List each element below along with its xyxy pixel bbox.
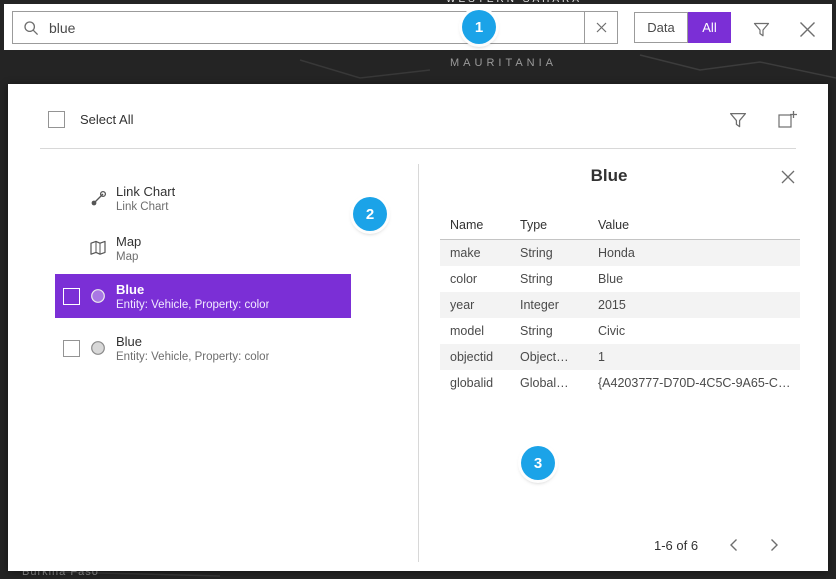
filter-icon bbox=[729, 111, 747, 129]
close-icon bbox=[781, 170, 795, 184]
cell-name: model bbox=[450, 324, 520, 338]
cell-type: Global… bbox=[520, 376, 598, 390]
cell-value: {A4203777-D70D-4C5C-9A65-C… bbox=[598, 376, 800, 390]
table-header-row: Name Type Value bbox=[440, 210, 800, 240]
cell-name: globalid bbox=[450, 376, 520, 390]
search-input[interactable] bbox=[49, 12, 584, 43]
result-subtitle: Map bbox=[116, 251, 141, 263]
entity-node-icon bbox=[83, 340, 113, 356]
result-item-map[interactable]: Map Map bbox=[55, 226, 351, 270]
cell-type: String bbox=[520, 272, 598, 286]
cell-name: year bbox=[450, 298, 520, 312]
result-item-link-chart[interactable]: Link Chart Link Chart bbox=[55, 176, 351, 220]
cell-value: 2015 bbox=[598, 298, 800, 312]
checkbox-slot bbox=[55, 288, 83, 305]
page-prev-button[interactable] bbox=[720, 532, 746, 558]
scope-all-button[interactable]: All bbox=[688, 12, 731, 43]
cell-type: Object… bbox=[520, 350, 598, 364]
result-checkbox[interactable] bbox=[63, 340, 80, 357]
close-icon bbox=[799, 21, 816, 38]
clear-search-button[interactable] bbox=[584, 12, 617, 43]
result-subtitle: Entity: Vehicle, Property: color bbox=[116, 299, 269, 311]
results-filter-button[interactable] bbox=[726, 108, 750, 132]
column-header-type: Type bbox=[520, 218, 598, 232]
column-header-name: Name bbox=[450, 218, 520, 232]
cell-type: String bbox=[520, 324, 598, 338]
search-scope-toggle: Data All bbox=[634, 12, 731, 43]
callout-badge-2: 2 bbox=[353, 197, 387, 231]
scope-data-button[interactable]: Data bbox=[634, 12, 688, 43]
entity-node-icon bbox=[83, 288, 113, 304]
detail-close-button[interactable] bbox=[777, 166, 799, 188]
result-checkbox[interactable] bbox=[63, 288, 80, 305]
map-label-mauritania: MAURITANIA bbox=[450, 57, 557, 69]
search-icon bbox=[13, 20, 49, 36]
result-title: Blue bbox=[116, 334, 269, 349]
result-title: Blue bbox=[116, 282, 269, 297]
chevron-right-icon bbox=[770, 538, 779, 552]
cell-value: Honda bbox=[598, 246, 800, 260]
add-selection-icon bbox=[777, 109, 798, 130]
detail-title: Blue bbox=[418, 166, 800, 186]
callout-badge-1: 1 bbox=[462, 10, 496, 44]
cell-name: make bbox=[450, 246, 520, 260]
callout-badge-3: 3 bbox=[521, 446, 555, 480]
cell-type: String bbox=[520, 246, 598, 260]
header-divider bbox=[40, 148, 796, 149]
pagination-label: 1-6 of 6 bbox=[654, 538, 698, 553]
select-all-control[interactable]: Select All bbox=[48, 111, 133, 128]
result-title: Map bbox=[116, 234, 141, 249]
column-header-value: Value bbox=[598, 218, 800, 232]
search-box bbox=[12, 11, 618, 44]
table-row: color String Blue bbox=[440, 266, 800, 292]
property-table: Name Type Value make String Honda color … bbox=[440, 210, 800, 396]
cell-name: objectid bbox=[450, 350, 520, 364]
checkbox-slot bbox=[55, 340, 83, 357]
page-next-button[interactable] bbox=[761, 532, 787, 558]
table-row: year Integer 2015 bbox=[440, 292, 800, 318]
result-item-blue-selected[interactable]: Blue Entity: Vehicle, Property: color bbox=[55, 274, 351, 318]
cell-value: 1 bbox=[598, 350, 800, 364]
select-all-label: Select All bbox=[80, 112, 133, 127]
cell-value: Blue bbox=[598, 272, 800, 286]
cell-type: Integer bbox=[520, 298, 598, 312]
result-item-blue[interactable]: Blue Entity: Vehicle, Property: color bbox=[55, 326, 351, 370]
table-row: model String Civic bbox=[440, 318, 800, 344]
filter-icon bbox=[753, 21, 770, 38]
link-chart-icon bbox=[83, 189, 113, 208]
search-results-panel: Select All Link Chart Link Chart Map Map bbox=[8, 84, 828, 571]
cell-name: color bbox=[450, 272, 520, 286]
cell-value: Civic bbox=[598, 324, 800, 338]
list-detail-divider bbox=[418, 164, 419, 562]
chevron-left-icon bbox=[729, 538, 738, 552]
search-filter-button[interactable] bbox=[750, 18, 772, 40]
clear-icon bbox=[596, 22, 607, 33]
add-to-selection-button[interactable] bbox=[774, 106, 800, 132]
map-icon bbox=[83, 239, 113, 257]
search-toolbar: Data All bbox=[4, 4, 832, 50]
select-all-checkbox[interactable] bbox=[48, 111, 65, 128]
result-subtitle: Entity: Vehicle, Property: color bbox=[116, 351, 269, 363]
table-row: make String Honda bbox=[440, 240, 800, 266]
search-close-button[interactable] bbox=[796, 18, 818, 40]
table-body: make String Honda color String Blue year… bbox=[440, 240, 800, 396]
result-title: Link Chart bbox=[116, 184, 175, 199]
table-row: globalid Global… {A4203777-D70D-4C5C-9A6… bbox=[440, 370, 800, 396]
result-subtitle: Link Chart bbox=[116, 201, 175, 213]
table-row: objectid Object… 1 bbox=[440, 344, 800, 370]
